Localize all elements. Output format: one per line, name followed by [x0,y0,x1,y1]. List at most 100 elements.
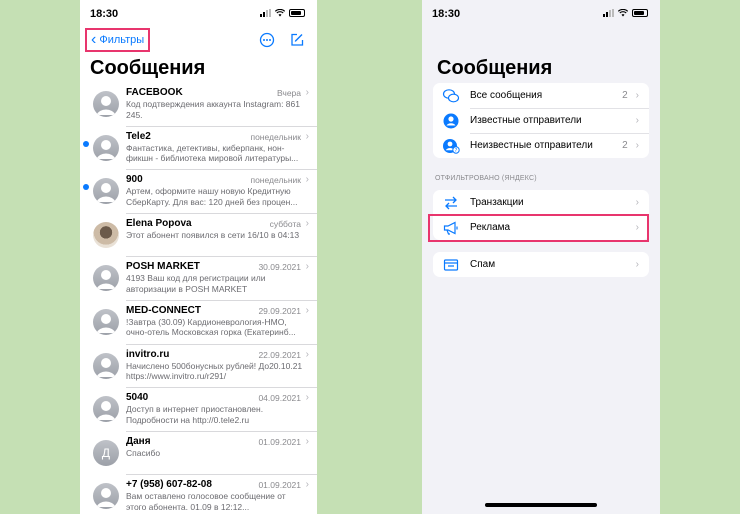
sender-name: FACEBOOK [126,87,183,98]
avatar: Д [93,439,119,466]
compose-icon[interactable] [289,32,305,48]
message-date: 01.09.2021 [258,480,301,491]
message-preview: Доступ в интернет приостановлен. Подробн… [126,404,264,425]
sender-name: 900 [126,174,143,186]
filter-group-main: Все сообщения 2 › Известные отправители … [433,83,649,158]
chevron-right-icon: › [635,197,639,208]
sender-name: Tele2 [126,130,151,142]
megaphone-icon [442,219,460,237]
message-date: 04.09.2021 [258,393,301,404]
person-circle-icon [442,112,460,130]
message-preview: Спасибо [126,447,161,458]
person-icon [93,483,119,510]
filters-screen: 18:30 Сообщения Все сообщения 2 › Извест… [422,0,660,514]
message-date: 22.09.2021 [258,349,301,360]
message-date: суббота [269,218,301,229]
chevron-right-icon: › [635,90,639,101]
chevron-right-icon: › [305,304,309,316]
chevron-right-icon: › [305,174,309,186]
message-preview: !Завтра (30.09) Кардионеврология-НМО, оч… [126,316,296,338]
message-preview: Код подтверждения аккаунта Instagram: 86… [126,99,300,120]
message-row[interactable]: POSH MARKET 30.09.2021 › 4193 Ваш код дл… [80,257,317,301]
chevron-left-icon: ‹ [91,31,97,48]
message-preview: Этот абонент появился в сети 16/10 в 04:… [126,229,300,240]
message-row[interactable]: Д Даня 01.09.2021 › Спасибо [80,432,317,476]
message-date: 29.09.2021 [258,305,301,316]
chevron-right-icon: › [635,115,639,126]
message-row[interactable]: Elena Popova суббота › Этот абонент появ… [80,214,317,258]
message-row[interactable]: FACEBOOK Вчера › Код подтверждения аккау… [80,83,317,127]
filter-spam[interactable]: Спам › [433,252,649,277]
battery-icon [632,9,648,17]
message-date: 30.09.2021 [258,262,301,273]
sender-name: invitro.ru [126,348,170,360]
arrows-swap-icon [442,194,460,212]
messages-screen: 18:30 ‹ Фильтры Сообщения FACEBOOK Вчера… [80,0,317,514]
filter-unknown-senders[interactable]: ? Неизвестные отправители 2 › [433,133,649,158]
home-indicator [485,503,597,507]
nav-bar: ‹ Фильтры [80,28,317,54]
person-icon [93,91,119,117]
person-icon [93,352,119,379]
chevron-right-icon: › [305,217,309,229]
message-row[interactable]: 900 понедельник › Артем, оформите нашу н… [80,170,317,214]
chevron-right-icon: › [305,87,309,98]
person-question-icon: ? [442,137,460,155]
filters-back-button[interactable]: ‹ Фильтры [85,28,151,52]
message-date: понедельник [250,175,301,186]
chevron-right-icon: › [635,259,639,270]
battery-icon [289,9,305,17]
sender-name: Даня [126,435,151,447]
filter-transactions[interactable]: Транзакции › [433,190,649,215]
message-preview: Начислено 500бонусных рублей! До20.10.21… [126,360,303,382]
message-date: Вчера [277,88,301,98]
chevron-right-icon: › [305,392,309,404]
status-time: 18:30 [90,8,119,20]
status-bar: 18:30 [80,0,317,28]
sender-name: Elena Popova [126,217,192,229]
filter-advertising[interactable]: Реклама › [433,215,649,240]
chevron-right-icon: › [305,435,309,447]
message-row[interactable]: MED-CONNECT 29.09.2021 › !Завтра (30.09)… [80,301,317,345]
sender-name: 5040 [126,392,149,404]
ellipsis-circle-icon[interactable] [259,32,275,48]
page-title: Сообщения [437,57,553,79]
message-preview: Вам оставлено голосовое сообщение от это… [126,491,286,512]
message-preview: 4193 Ваш код для регистрации или авториз… [126,273,266,294]
unread-dot [83,140,89,147]
filter-all-messages[interactable]: Все сообщения 2 › [433,83,649,108]
message-row[interactable]: invitro.ru 22.09.2021 › Начислено 500бон… [80,345,317,389]
message-preview: Фантастика, детективы, киберпанк, нон-фи… [126,142,299,164]
spam-box-icon [442,256,460,274]
chevron-right-icon: › [305,348,309,360]
message-row[interactable]: Tele2 понедельник › Фантастика, детектив… [80,127,317,171]
message-row[interactable]: 5040 04.09.2021 › Доступ в интернет прио… [80,388,317,432]
filter-known-senders[interactable]: Известные отправители › [433,108,649,133]
unread-dot [83,184,89,191]
status-time: 18:30 [432,8,461,20]
message-date: понедельник [250,131,301,142]
message-list: FACEBOOK Вчера › Код подтверждения аккау… [80,83,317,514]
back-label: Фильтры [99,34,145,46]
sender-name: POSH MARKET [126,261,200,273]
chevron-right-icon: › [635,140,639,151]
status-bar: 18:30 [422,0,660,28]
chevron-right-icon: › [635,222,639,233]
page-title: Сообщения [90,57,206,79]
sender-name: MED-CONNECT [126,304,201,316]
chevron-right-icon: › [305,130,309,142]
wifi-icon [275,9,285,17]
person-icon [93,178,119,205]
chevron-right-icon: › [305,261,309,273]
message-row[interactable]: +7 (958) 607-82-08 01.09.2021 › Вам оста… [80,475,317,514]
signal-icon [603,9,614,17]
filter-group-spam: Спам › [433,252,649,277]
section-header: ОТФИЛЬТРОВАНО (ЯНДЕКС) [435,175,537,182]
avatar-photo [93,221,119,248]
sender-name: +7 (958) 607-82-08 [126,479,212,491]
filter-group-yandex: Транзакции › Реклама › [433,190,649,240]
person-icon [93,265,119,292]
message-preview: Артем, оформите нашу новую Кредитную Сбе… [126,186,298,207]
person-icon [93,134,119,161]
person-icon [93,396,119,423]
